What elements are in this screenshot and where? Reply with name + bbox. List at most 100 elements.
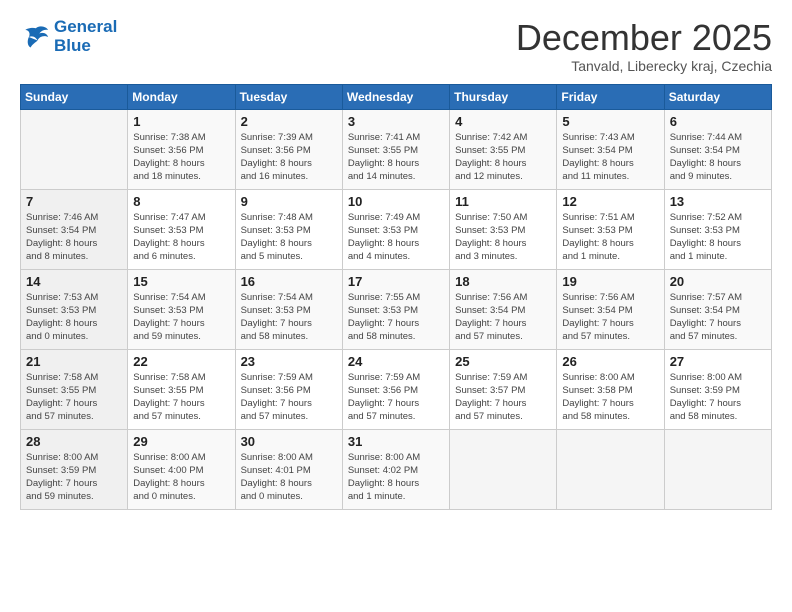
- header: General Blue December 2025 Tanvald, Libe…: [20, 18, 772, 74]
- table-row: 26 Sunrise: 8:00 AM Sunset: 3:58 PM Dayli…: [557, 349, 664, 429]
- logo: General Blue: [20, 18, 117, 55]
- day-info: Sunrise: 7:59 AM Sunset: 3:56 PM Dayligh…: [348, 371, 444, 424]
- logo-icon: [20, 23, 50, 51]
- logo-text: General Blue: [54, 18, 117, 55]
- calendar-table: Sunday Monday Tuesday Wednesday Thursday…: [20, 84, 772, 510]
- table-row: 28 Sunrise: 8:00 AM Sunset: 3:59 PM Dayli…: [21, 429, 128, 509]
- calendar-week-row: 7 Sunrise: 7:46 AM Sunset: 3:54 PM Daylig…: [21, 189, 772, 269]
- day-number: 12: [562, 194, 658, 209]
- table-row: 9Sunrise: 7:48 AM Sunset: 3:53 PM Daylig…: [235, 189, 342, 269]
- table-row: 22Sunrise: 7:58 AM Sunset: 3:55 PM Dayli…: [128, 349, 235, 429]
- calendar-week-row: 28 Sunrise: 8:00 AM Sunset: 3:59 PM Dayli…: [21, 429, 772, 509]
- calendar-title: December 2025: [516, 18, 772, 58]
- header-friday: Friday: [557, 84, 664, 109]
- day-info: Sunrise: 7:43 AM Sunset: 3:54 PM Dayligh…: [562, 131, 658, 184]
- header-sunday: Sunday: [21, 84, 128, 109]
- day-number: 11: [455, 194, 551, 209]
- day-number: 24: [348, 354, 444, 369]
- table-row: [450, 429, 557, 509]
- day-info: Sunrise: 7:49 AM Sunset: 3:53 PM Dayligh…: [348, 211, 444, 264]
- table-row: 17 Sunrise: 7:55 AM Sunset: 3:53 PM Dayli…: [342, 269, 449, 349]
- table-row: [21, 109, 128, 189]
- day-info: Sunrise: 8:00 AM Sunset: 3:59 PM Dayligh…: [670, 371, 766, 424]
- day-info: Sunrise: 8:00 AM Sunset: 4:01 PM Dayligh…: [241, 451, 337, 504]
- table-row: 8Sunrise: 7:47 AM Sunset: 3:53 PM Daylig…: [128, 189, 235, 269]
- day-info: Sunrise: 8:00 AM Sunset: 4:00 PM Dayligh…: [133, 451, 229, 504]
- calendar-week-row: 14 Sunrise: 7:53 AM Sunset: 3:53 PM Dayli…: [21, 269, 772, 349]
- day-info: Sunrise: 7:41 AM Sunset: 3:55 PM Dayligh…: [348, 131, 444, 184]
- day-info: Sunrise: 7:56 AM Sunset: 3:54 PM Dayligh…: [455, 291, 551, 344]
- day-number: 25: [455, 354, 551, 369]
- weekday-header-row: Sunday Monday Tuesday Wednesday Thursday…: [21, 84, 772, 109]
- table-row: 7 Sunrise: 7:46 AM Sunset: 3:54 PM Daylig…: [21, 189, 128, 269]
- day-info: Sunrise: 8:00 AM Sunset: 4:02 PM Dayligh…: [348, 451, 444, 504]
- day-number: 29: [133, 434, 229, 449]
- table-row: 15Sunrise: 7:54 AM Sunset: 3:53 PM Dayli…: [128, 269, 235, 349]
- day-info: Sunrise: 7:57 AM Sunset: 3:54 PM Dayligh…: [670, 291, 766, 344]
- table-row: 16 Sunrise: 7:54 AM Sunset: 3:53 PM Dayli…: [235, 269, 342, 349]
- day-number: 16: [241, 274, 337, 289]
- day-info: Sunrise: 7:58 AM Sunset: 3:55 PM Dayligh…: [26, 371, 122, 424]
- table-row: 21Sunrise: 7:58 AM Sunset: 3:55 PM Dayli…: [21, 349, 128, 429]
- day-number: 22: [133, 354, 229, 369]
- table-row: 13 Sunrise: 7:52 AM Sunset: 3:53 PM Dayli…: [664, 189, 771, 269]
- day-info: Sunrise: 7:47 AM Sunset: 3:53 PM Dayligh…: [133, 211, 229, 264]
- day-number: 19: [562, 274, 658, 289]
- calendar-week-row: 1Sunrise: 7:38 AM Sunset: 3:56 PM Daylig…: [21, 109, 772, 189]
- table-row: 14 Sunrise: 7:53 AM Sunset: 3:53 PM Dayli…: [21, 269, 128, 349]
- table-row: 29 Sunrise: 8:00 AM Sunset: 4:00 PM Dayli…: [128, 429, 235, 509]
- page: General Blue December 2025 Tanvald, Libe…: [0, 0, 792, 520]
- table-row: 30Sunrise: 8:00 AM Sunset: 4:01 PM Dayli…: [235, 429, 342, 509]
- header-thursday: Thursday: [450, 84, 557, 109]
- day-number: 28: [26, 434, 122, 449]
- title-block: December 2025 Tanvald, Liberecky kraj, C…: [516, 18, 772, 74]
- table-row: 25 Sunrise: 7:59 AM Sunset: 3:57 PM Dayli…: [450, 349, 557, 429]
- day-info: Sunrise: 7:53 AM Sunset: 3:53 PM Dayligh…: [26, 291, 122, 344]
- table-row: 11 Sunrise: 7:50 AM Sunset: 3:53 PM Dayli…: [450, 189, 557, 269]
- day-number: 31: [348, 434, 444, 449]
- day-info: Sunrise: 8:00 AM Sunset: 3:58 PM Dayligh…: [562, 371, 658, 424]
- day-number: 23: [241, 354, 337, 369]
- day-number: 2: [241, 114, 337, 129]
- table-row: 3 Sunrise: 7:41 AM Sunset: 3:55 PM Daylig…: [342, 109, 449, 189]
- day-info: Sunrise: 7:59 AM Sunset: 3:57 PM Dayligh…: [455, 371, 551, 424]
- day-number: 3: [348, 114, 444, 129]
- table-row: 10 Sunrise: 7:49 AM Sunset: 3:53 PM Dayli…: [342, 189, 449, 269]
- day-info: Sunrise: 7:46 AM Sunset: 3:54 PM Dayligh…: [26, 211, 122, 264]
- day-number: 5: [562, 114, 658, 129]
- day-number: 6: [670, 114, 766, 129]
- day-number: 14: [26, 274, 122, 289]
- table-row: 18Sunrise: 7:56 AM Sunset: 3:54 PM Dayli…: [450, 269, 557, 349]
- day-number: 1: [133, 114, 229, 129]
- table-row: [664, 429, 771, 509]
- table-row: 20 Sunrise: 7:57 AM Sunset: 3:54 PM Dayli…: [664, 269, 771, 349]
- table-row: 23 Sunrise: 7:59 AM Sunset: 3:56 PM Dayli…: [235, 349, 342, 429]
- day-number: 15: [133, 274, 229, 289]
- day-number: 13: [670, 194, 766, 209]
- day-info: Sunrise: 7:54 AM Sunset: 3:53 PM Dayligh…: [241, 291, 337, 344]
- day-number: 20: [670, 274, 766, 289]
- header-tuesday: Tuesday: [235, 84, 342, 109]
- day-info: Sunrise: 7:51 AM Sunset: 3:53 PM Dayligh…: [562, 211, 658, 264]
- day-info: Sunrise: 7:39 AM Sunset: 3:56 PM Dayligh…: [241, 131, 337, 184]
- day-number: 7: [26, 194, 122, 209]
- day-info: Sunrise: 7:52 AM Sunset: 3:53 PM Dayligh…: [670, 211, 766, 264]
- day-number: 17: [348, 274, 444, 289]
- day-info: Sunrise: 7:55 AM Sunset: 3:53 PM Dayligh…: [348, 291, 444, 344]
- day-number: 26: [562, 354, 658, 369]
- day-number: 10: [348, 194, 444, 209]
- table-row: [557, 429, 664, 509]
- day-number: 27: [670, 354, 766, 369]
- table-row: 27 Sunrise: 8:00 AM Sunset: 3:59 PM Dayli…: [664, 349, 771, 429]
- table-row: 19Sunrise: 7:56 AM Sunset: 3:54 PM Dayli…: [557, 269, 664, 349]
- table-row: 6Sunrise: 7:44 AM Sunset: 3:54 PM Daylig…: [664, 109, 771, 189]
- table-row: 1Sunrise: 7:38 AM Sunset: 3:56 PM Daylig…: [128, 109, 235, 189]
- day-info: Sunrise: 7:59 AM Sunset: 3:56 PM Dayligh…: [241, 371, 337, 424]
- day-info: Sunrise: 8:00 AM Sunset: 3:59 PM Dayligh…: [26, 451, 122, 504]
- table-row: 31 Sunrise: 8:00 AM Sunset: 4:02 PM Dayli…: [342, 429, 449, 509]
- calendar-week-row: 21Sunrise: 7:58 AM Sunset: 3:55 PM Dayli…: [21, 349, 772, 429]
- header-monday: Monday: [128, 84, 235, 109]
- table-row: 24 Sunrise: 7:59 AM Sunset: 3:56 PM Dayli…: [342, 349, 449, 429]
- day-info: Sunrise: 7:48 AM Sunset: 3:53 PM Dayligh…: [241, 211, 337, 264]
- day-info: Sunrise: 7:50 AM Sunset: 3:53 PM Dayligh…: [455, 211, 551, 264]
